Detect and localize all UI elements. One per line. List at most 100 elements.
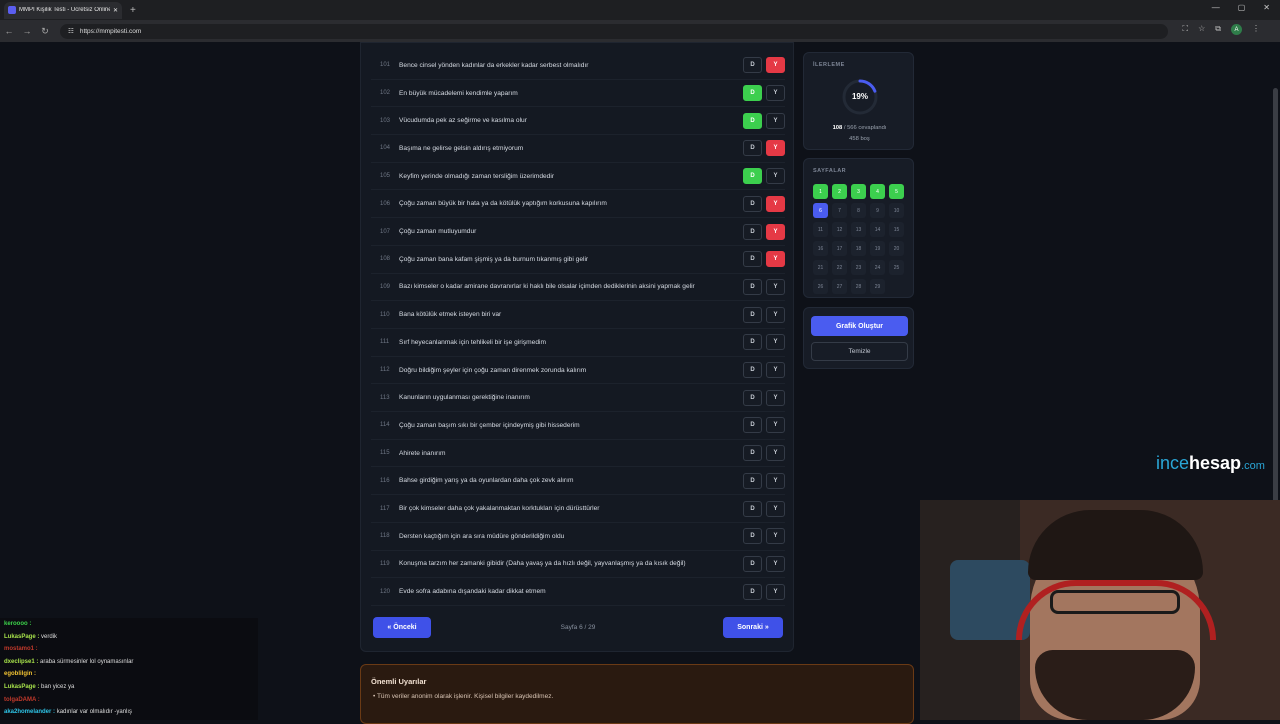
answer-yes-button[interactable]: D: [743, 57, 762, 74]
page-button[interactable]: 7: [832, 203, 847, 218]
watermark-logo: incehesap.com: [1156, 453, 1265, 473]
page-button[interactable]: 8: [851, 203, 866, 218]
page-button[interactable]: 24: [870, 260, 885, 275]
question-number: 112: [380, 367, 390, 374]
page-button[interactable]: 29: [870, 279, 885, 294]
answer-yes-button[interactable]: D: [743, 472, 762, 489]
answer-no-button[interactable]: Y: [766, 195, 785, 212]
page-button[interactable]: 15: [889, 222, 904, 237]
page-button[interactable]: 16: [813, 241, 828, 256]
question-row: 119 Konuşma tarzım her zamanki gibidir (D…: [371, 551, 785, 579]
answer-yes-button[interactable]: D: [743, 334, 762, 351]
browser-tab[interactable]: MMPI Kişilik Testi - Ücretsiz Online... …: [4, 1, 122, 19]
answer-yes-button[interactable]: D: [743, 85, 762, 102]
url-field[interactable]: ☷ https://mmpitesti.com: [60, 23, 1168, 39]
translate-icon[interactable]: ⛶: [1183, 24, 1189, 35]
answer-no-button[interactable]: Y: [766, 500, 785, 517]
page-button[interactable]: 17: [832, 241, 847, 256]
answer-no-button[interactable]: Y: [766, 112, 785, 129]
pages-card: SAYFALAR 1 2 3 4 5 6 7 8 9 10 11 12 13 14 15 16 17 18 19 20…: [803, 158, 914, 298]
answer-no-button[interactable]: Y: [766, 168, 785, 185]
page-button[interactable]: 25: [889, 260, 904, 275]
page-button[interactable]: 20: [889, 241, 904, 256]
answer-no-button[interactable]: Y: [766, 528, 785, 545]
page-button[interactable]: 26: [813, 279, 828, 294]
new-tab-icon[interactable]: +: [130, 5, 136, 16]
page-button[interactable]: 28: [851, 279, 866, 294]
close-window-icon[interactable]: ✕: [1263, 3, 1270, 12]
page-button[interactable]: 10: [889, 203, 904, 218]
page-button[interactable]: 18: [851, 241, 866, 256]
page-button[interactable]: 23: [851, 260, 866, 275]
answer-no-button[interactable]: Y: [766, 306, 785, 323]
page-button[interactable]: 11: [813, 222, 828, 237]
site-info-icon[interactable]: ☷: [68, 27, 74, 35]
close-tab-icon[interactable]: ✕: [113, 7, 118, 14]
page-button[interactable]: 9: [870, 203, 885, 218]
page-button[interactable]: 14: [870, 222, 885, 237]
answer-yes-button[interactable]: D: [743, 195, 762, 212]
forward-icon[interactable]: →: [18, 26, 36, 36]
next-page-button[interactable]: Sonraki »: [723, 617, 783, 638]
create-graph-button[interactable]: Grafik Oluştur: [811, 316, 908, 336]
answer-no-button[interactable]: Y: [766, 362, 785, 379]
page-button[interactable]: 12: [832, 222, 847, 237]
answer-yes-button[interactable]: D: [743, 251, 762, 268]
answer-yes-button[interactable]: D: [743, 555, 762, 572]
page-button[interactable]: 27: [832, 279, 847, 294]
answer-no-button[interactable]: Y: [766, 445, 785, 462]
answer-yes-button[interactable]: D: [743, 500, 762, 517]
menu-icon[interactable]: ⋮: [1252, 24, 1260, 35]
maximize-icon[interactable]: ▢: [1238, 3, 1246, 12]
profile-avatar[interactable]: A: [1231, 24, 1242, 35]
question-row: 117 Bir çok kimseler daha çok yakalanmakt…: [371, 495, 785, 523]
back-icon[interactable]: ←: [0, 26, 18, 36]
page-button[interactable]: 1: [813, 184, 828, 199]
page-button[interactable]: 5: [889, 184, 904, 199]
answer-yes-button[interactable]: D: [743, 306, 762, 323]
answer-yes-button[interactable]: D: [743, 223, 762, 240]
answer-yes-button[interactable]: D: [743, 362, 762, 379]
answer-yes-button[interactable]: D: [743, 278, 762, 295]
answer-no-button[interactable]: Y: [766, 85, 785, 102]
question-number: 101: [380, 62, 391, 69]
answer-yes-button[interactable]: D: [743, 583, 762, 600]
answer-no-button[interactable]: Y: [766, 555, 785, 572]
page-button[interactable]: 3: [851, 184, 866, 199]
answer-no-button[interactable]: Y: [766, 334, 785, 351]
minimize-icon[interactable]: —: [1212, 3, 1220, 12]
answer-yes-button[interactable]: D: [743, 389, 762, 406]
answer-no-button[interactable]: Y: [766, 140, 785, 157]
page-button[interactable]: 22: [832, 260, 847, 275]
answer-no-button[interactable]: Y: [766, 583, 785, 600]
answer-no-button[interactable]: Y: [766, 417, 785, 434]
reload-icon[interactable]: ↻: [36, 26, 54, 37]
answer-yes-button[interactable]: D: [743, 417, 762, 434]
answer-no-button[interactable]: Y: [766, 57, 785, 74]
answer-yes-button[interactable]: D: [743, 168, 762, 185]
clear-button[interactable]: Temizle: [811, 342, 908, 361]
answer-no-button[interactable]: Y: [766, 472, 785, 489]
page-button[interactable]: 2: [832, 184, 847, 199]
answer-no-button[interactable]: Y: [766, 389, 785, 406]
answer-yes-button[interactable]: D: [743, 112, 762, 129]
pagination: « Önceki Sayfa 6 / 29 Sonraki »: [373, 617, 783, 639]
page-button[interactable]: 4: [870, 184, 885, 199]
page-button[interactable]: 21: [813, 260, 828, 275]
page-button[interactable]: 19: [870, 241, 885, 256]
page-button[interactable]: 13: [851, 222, 866, 237]
answer-yes-button[interactable]: D: [743, 528, 762, 545]
question-text: Keyfim yerinde olmadığı zaman tersliğim …: [399, 172, 555, 180]
empty-count: 458 boş: [849, 136, 870, 142]
answer-no-button[interactable]: Y: [766, 278, 785, 295]
question-number: 108: [380, 256, 391, 263]
page-scrollbar[interactable]: [1273, 88, 1278, 543]
page-button[interactable]: 6: [813, 203, 828, 218]
answer-no-button[interactable]: Y: [766, 251, 785, 268]
answer-yes-button[interactable]: D: [743, 140, 762, 157]
answer-no-button[interactable]: Y: [766, 223, 785, 240]
answer-yes-button[interactable]: D: [743, 445, 762, 462]
question-text: En büyük mücadelemi kendimle yaparım: [399, 89, 518, 97]
extensions-icon[interactable]: ⧉: [1215, 24, 1221, 35]
bookmark-star-icon[interactable]: ☆: [1198, 24, 1205, 35]
